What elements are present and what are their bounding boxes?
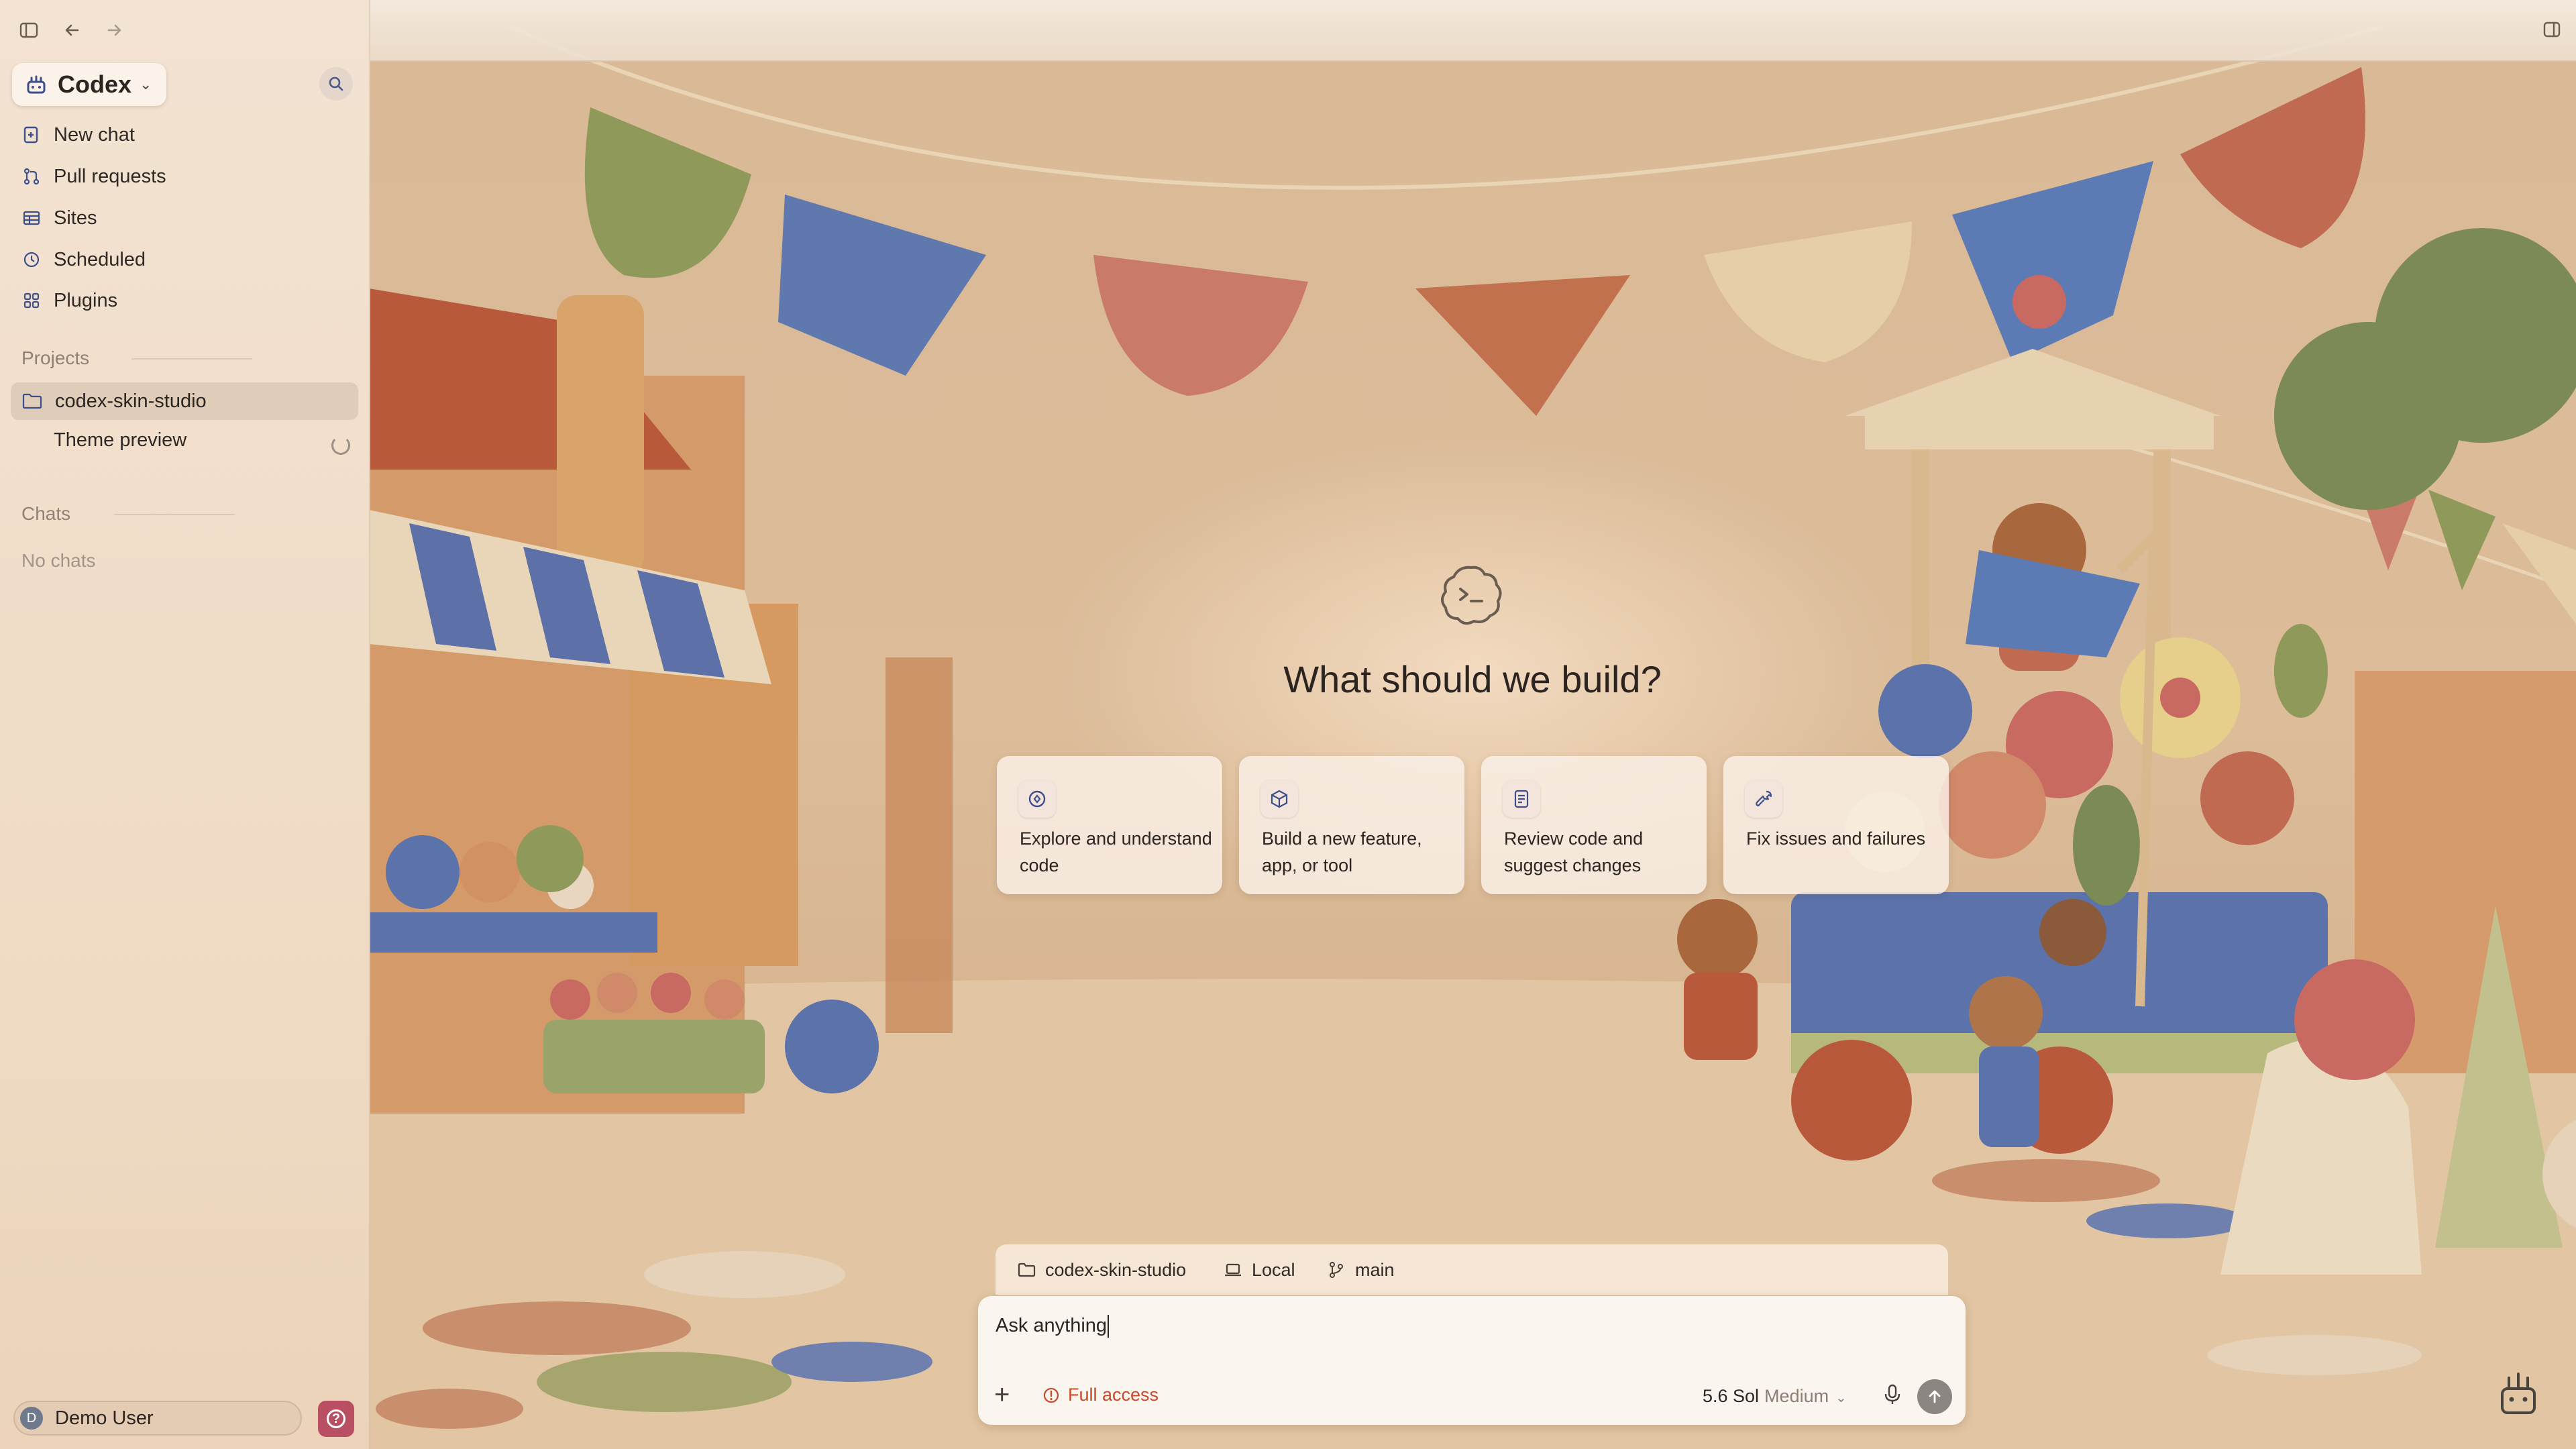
app-switcher-button[interactable]: Codex ⌄	[12, 63, 166, 106]
pull-request-icon	[23, 168, 40, 185]
plugin-icon	[23, 292, 40, 309]
sidebar-item-scheduled[interactable]: Scheduled	[21, 244, 146, 276]
card-icon-frame	[1260, 780, 1298, 818]
explore-icon	[1028, 790, 1046, 808]
user-name: Demo User	[55, 1407, 154, 1429]
project-selector-label: codex-skin-studio	[1045, 1259, 1187, 1280]
top-bar	[369, 0, 2576, 62]
git-branch-icon	[1330, 1262, 1343, 1278]
prompt-input[interactable]: Ask anything	[996, 1315, 1107, 1337]
sidebar-item-label: Pull requests	[54, 165, 166, 187]
help-icon: ?	[327, 1409, 345, 1428]
arrow-left-icon[interactable]	[62, 20, 82, 40]
thread-item[interactable]: Theme preview	[54, 429, 186, 451]
sidebar-item-label: Plugins	[54, 289, 118, 311]
folder-icon	[22, 393, 42, 409]
branch-selector-label: main	[1355, 1259, 1395, 1280]
help-button[interactable]: ?	[318, 1401, 354, 1437]
sidebar-toggle-icon[interactable]	[19, 20, 39, 40]
panel-icon[interactable]	[2542, 20, 2561, 39]
folder-icon	[1018, 1263, 1036, 1277]
sites-icon	[23, 211, 40, 225]
suggestion-card-explore[interactable]: Explore and understand code	[997, 756, 1222, 894]
sidebar-item-sites[interactable]: Sites	[21, 202, 97, 234]
composer-context-bar: codex-skin-studio Local main	[996, 1244, 1948, 1295]
environment-selector[interactable]: Local	[1224, 1258, 1295, 1282]
app-name: Codex	[58, 70, 132, 98]
search-icon	[329, 76, 343, 91]
card-label: Fix issues and failures	[1746, 828, 1926, 849]
model-selector[interactable]: 5.6 Sol Medium ⌄	[1703, 1386, 1847, 1407]
sidebar-item-new-chat[interactable]: New chat	[21, 119, 135, 151]
avatar: D	[20, 1407, 43, 1430]
background-scene	[369, 0, 2576, 1449]
card-label: Review code and suggest changes	[1504, 828, 1644, 875]
card-icon-frame	[1018, 780, 1056, 818]
environment-selector-label: Local	[1252, 1259, 1295, 1280]
search-button[interactable]	[319, 67, 353, 101]
mascot-icon	[2501, 1373, 2536, 1414]
page-title: What should we build?	[1283, 658, 1662, 700]
branch-selector[interactable]: main	[1327, 1258, 1395, 1282]
microphone-icon[interactable]	[1882, 1383, 1902, 1406]
suggestion-card-build[interactable]: Build a new feature, app, or tool	[1239, 756, 1464, 894]
arrow-right-icon[interactable]	[105, 20, 125, 40]
chevron-down-icon: ⌄	[140, 76, 152, 93]
sidebar-item-label: Scheduled	[54, 248, 146, 270]
access-mode-label: Full access	[1068, 1385, 1159, 1405]
project-selector[interactable]: codex-skin-studio	[1017, 1258, 1186, 1282]
divider	[114, 514, 235, 515]
card-icon-frame	[1503, 780, 1540, 818]
text-caret	[1108, 1315, 1109, 1338]
send-button[interactable]	[1917, 1379, 1952, 1414]
arrow-up-icon	[1929, 1390, 1941, 1403]
clock-icon	[23, 252, 40, 268]
divider	[131, 358, 252, 360]
document-icon	[1514, 790, 1529, 808]
model-name: 5.6 Sol	[1703, 1386, 1760, 1406]
user-menu-button[interactable]: D Demo User	[13, 1401, 302, 1436]
reasoning-effort: Medium	[1764, 1386, 1829, 1406]
project-name: codex-skin-studio	[55, 390, 207, 412]
sidebar-item-label: New chat	[54, 123, 135, 146]
sidebar-item-pull-requests[interactable]: Pull requests	[21, 160, 166, 193]
card-label: Explore and understand code	[1020, 828, 1212, 875]
attach-button[interactable]: +	[994, 1381, 1010, 1408]
codex-hero-icon	[1441, 566, 1502, 625]
sidebar-item-plugins[interactable]: Plugins	[21, 284, 117, 317]
card-label: Build a new feature, app, or tool	[1262, 828, 1422, 875]
project-item[interactable]: codex-skin-studio	[11, 382, 358, 420]
access-mode-button[interactable]: Full access	[1042, 1385, 1159, 1405]
chevron-down-icon: ⌄	[1835, 1391, 1847, 1405]
laptop-icon	[1225, 1263, 1241, 1277]
cube-icon	[1271, 790, 1288, 808]
empty-chats-text: No chats	[21, 550, 96, 571]
chats-section-label: Chats	[21, 503, 71, 524]
codex-logo-icon	[27, 75, 46, 94]
warning-circle-icon	[1043, 1387, 1059, 1403]
card-icon-frame	[1745, 780, 1782, 818]
suggestion-card-fix[interactable]: Fix issues and failures	[1723, 756, 1949, 894]
new-chat-icon	[23, 126, 38, 144]
suggestion-card-review[interactable]: Review code and suggest changes	[1481, 756, 1707, 894]
sidebar: Codex ⌄ New chat Pull requests Sites Sch…	[0, 0, 370, 1449]
projects-section-label: Projects	[21, 347, 90, 368]
loading-spinner-icon	[331, 436, 350, 455]
wrench-icon	[1756, 790, 1772, 807]
sidebar-item-label: Sites	[54, 207, 97, 229]
composer: Ask anything + Full access 5.6 Sol Medium…	[978, 1296, 1966, 1425]
